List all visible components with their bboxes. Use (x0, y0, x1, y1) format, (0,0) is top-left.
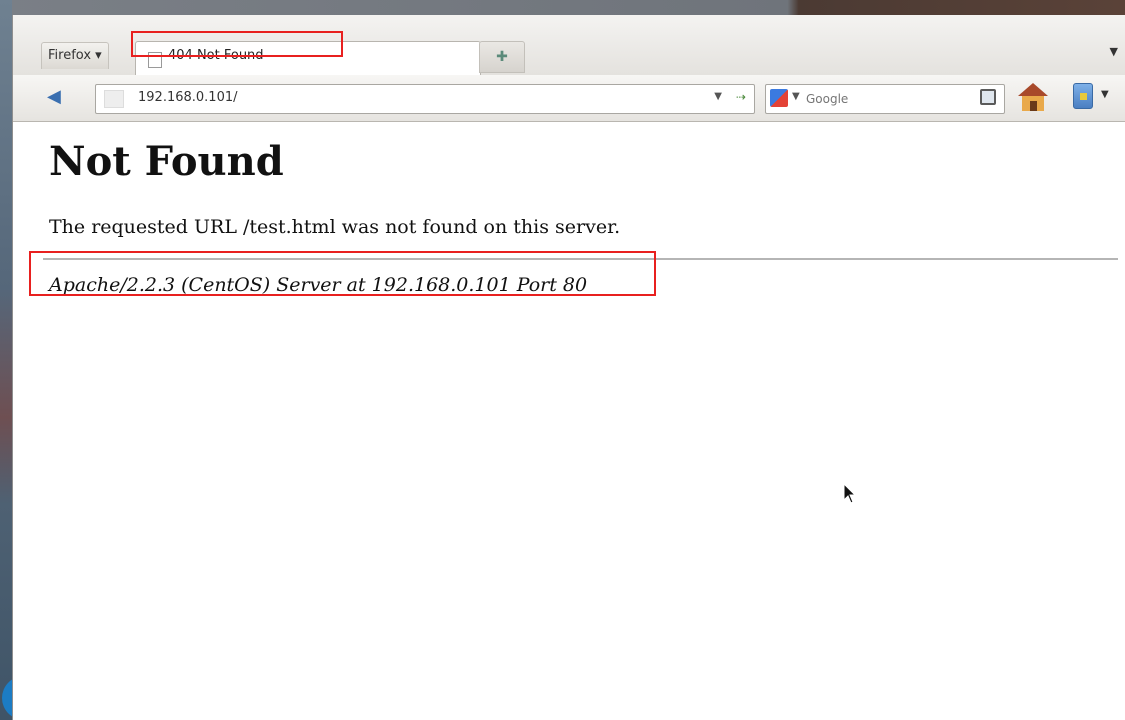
go-icon[interactable]: ⇢ (736, 90, 746, 104)
search-engine-icon[interactable] (770, 89, 788, 107)
mouse-pointer-icon (843, 483, 857, 504)
home-icon[interactable] (1017, 83, 1049, 113)
tab-list-dropdown-icon[interactable]: ▼ (1110, 45, 1118, 58)
browser-window: Firefox ▾ 404 Not Found ✚ ▼ ◀ 192.168.0.… (12, 15, 1125, 720)
firefox-menu-label: Firefox (48, 48, 92, 63)
back-arrow-icon[interactable]: ◀ (47, 86, 61, 107)
error-message: The requested URL /test.html was not fou… (49, 216, 621, 238)
url-history-dropdown-icon[interactable]: ▼ (714, 91, 722, 102)
plus-icon: ✚ (496, 49, 508, 65)
desktop-left-strip (0, 0, 12, 720)
tab-highlight-box (131, 31, 343, 57)
signature-highlight-box (29, 251, 656, 296)
bookmarks-dropdown-icon[interactable]: ▼ (1101, 89, 1109, 100)
search-icon[interactable] (980, 89, 996, 105)
site-identity-icon (104, 90, 124, 108)
chevron-down-icon[interactable]: ▼ (792, 91, 800, 102)
page-heading: Not Found (49, 138, 284, 185)
firefox-menu-button[interactable]: Firefox ▾ (41, 42, 109, 69)
search-input[interactable] (806, 89, 956, 109)
url-bar[interactable]: 192.168.0.101/ ▼ ⇢ (95, 84, 755, 114)
new-tab-button[interactable]: ✚ (479, 41, 525, 73)
url-text[interactable]: 192.168.0.101/ (138, 90, 238, 105)
search-bar[interactable]: ▼ (765, 84, 1005, 114)
page-content: Not Found The requested URL /test.html w… (13, 122, 1125, 720)
bookmarks-icon[interactable] (1073, 83, 1093, 109)
navigation-toolbar: ◀ 192.168.0.101/ ▼ ⇢ ▼ ▼ (13, 75, 1125, 122)
